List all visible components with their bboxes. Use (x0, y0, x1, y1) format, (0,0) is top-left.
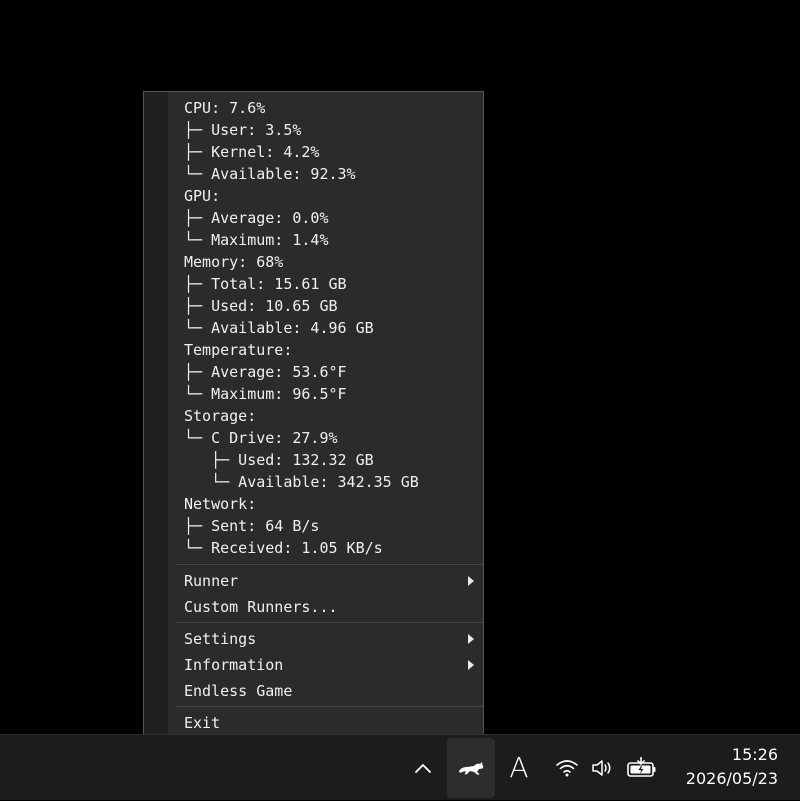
menu-separator (175, 706, 483, 707)
running-cat-icon (447, 735, 495, 801)
stat-memory-total: ├─ Total: 15.61 GB (184, 275, 347, 293)
stat-gpu: GPU: (184, 187, 221, 205)
menu-item-label: Custom Runners... (184, 598, 338, 616)
stat-network-received: └─ Received: 1.05 KB/s (184, 539, 383, 557)
taskbar: A 15:26 2026/05/23 (0, 734, 800, 800)
menu-item-label: Runner (184, 572, 239, 590)
ime-indicator[interactable]: A (505, 751, 533, 785)
menu-item-exit[interactable]: Exit (168, 710, 483, 736)
stat-cpu-available: └─ Available: 92.3% (184, 165, 356, 183)
clock-date: 2026/05/23 (685, 769, 778, 788)
stat-cpu-user: ├─ User: 3.5% (184, 121, 302, 139)
speaker-icon[interactable] (589, 735, 615, 801)
menu-separator (175, 564, 483, 565)
stat-network-sent: ├─ Sent: 64 B/s (184, 517, 320, 535)
stat-storage: Storage: (184, 407, 257, 425)
stat-storage-c-drive: └─ C Drive: 27.9% (184, 429, 338, 447)
stat-temperature: Temperature: (184, 341, 293, 359)
menu-item-information[interactable]: Information (168, 652, 483, 678)
chevron-up-icon[interactable] (410, 735, 436, 801)
stat-memory-available: └─ Available: 4.96 GB (184, 319, 374, 337)
runcat-context-menu: CPU: 7.6% ├─ User: 3.5% ├─ Kernel: 4.2% … (143, 91, 484, 735)
battery-charging-icon[interactable] (624, 735, 660, 801)
stat-temperature-average: ├─ Average: 53.6°F (184, 363, 347, 381)
menu-item-custom-runners[interactable]: Custom Runners... (168, 594, 483, 620)
submenu-arrow-icon (468, 576, 474, 586)
menu-item-label: Information (184, 656, 284, 674)
stat-storage-c-used: ├─ Used: 132.32 GB (184, 451, 374, 469)
menu-item-settings[interactable]: Settings (168, 626, 483, 652)
wifi-icon[interactable] (553, 735, 581, 801)
menu-item-endless-game[interactable]: Endless Game (168, 678, 483, 704)
menu-item-label: Exit (184, 714, 221, 732)
menu-item-runner[interactable]: Runner (168, 568, 483, 594)
menu-item-label: Settings (184, 630, 257, 648)
clock-time: 15:26 (731, 745, 778, 764)
stat-memory-used: ├─ Used: 10.65 GB (184, 297, 338, 315)
system-clock[interactable]: 15:26 2026/05/23 (668, 743, 778, 791)
system-stats-list: CPU: 7.6% ├─ User: 3.5% ├─ Kernel: 4.2% … (184, 97, 419, 559)
stat-memory: Memory: 68% (184, 253, 284, 271)
stat-network: Network: (184, 495, 257, 513)
runcat-tray-button[interactable] (447, 738, 495, 798)
stat-gpu-average: ├─ Average: 0.0% (184, 209, 329, 227)
stat-gpu-maximum: └─ Maximum: 1.4% (184, 231, 329, 249)
submenu-arrow-icon (468, 660, 474, 670)
submenu-arrow-icon (468, 634, 474, 644)
stat-cpu-kernel: ├─ Kernel: 4.2% (184, 143, 320, 161)
menu-icon-strip (144, 92, 168, 734)
menu-item-label: Endless Game (184, 682, 293, 700)
stat-cpu: CPU: 7.6% (184, 99, 266, 117)
stat-temperature-maximum: └─ Maximum: 96.5°F (184, 385, 347, 403)
stat-storage-c-available: └─ Available: 342.35 GB (184, 473, 419, 491)
menu-separator (175, 622, 483, 623)
